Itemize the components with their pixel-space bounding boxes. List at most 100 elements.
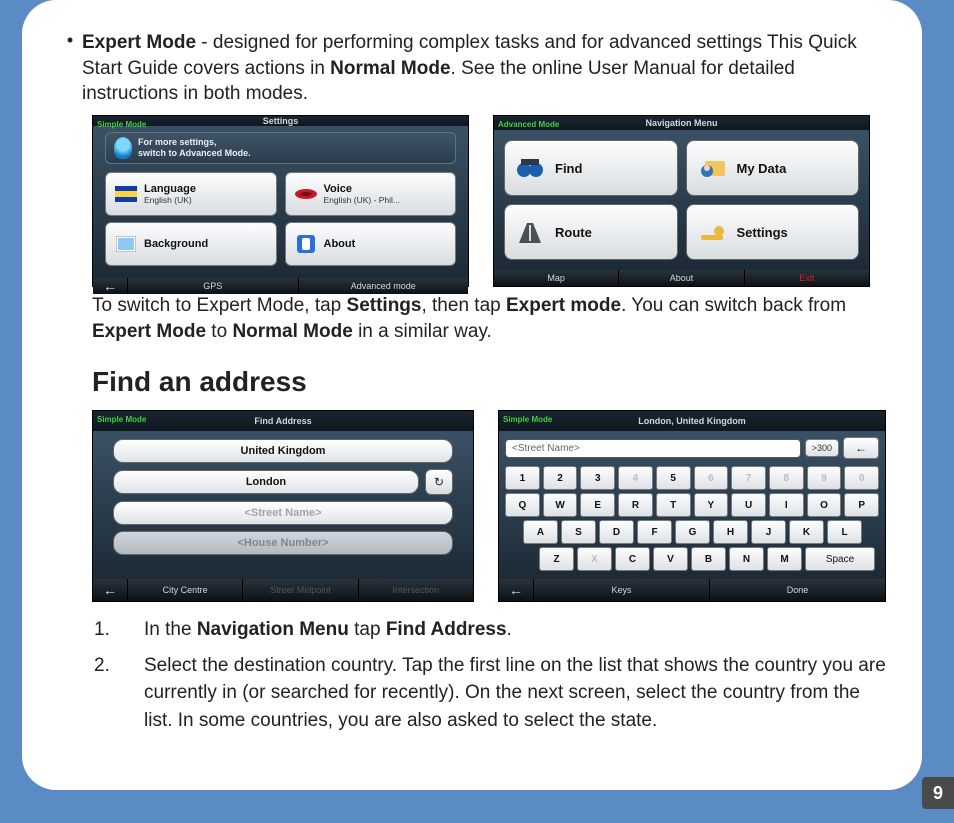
key-p[interactable]: P <box>844 493 879 517</box>
navsettings-label: Settings <box>737 225 788 240</box>
key-c[interactable]: C <box>615 547 650 571</box>
settings-footer: ← GPS Advanced mode <box>93 278 468 294</box>
settings-body: For more settings, switch to Advanced Mo… <box>93 126 468 278</box>
route-button[interactable]: Route <box>504 204 678 260</box>
mydata-button[interactable]: My Data <box>686 140 860 196</box>
key-v[interactable]: V <box>653 547 688 571</box>
footer-exit[interactable]: Exit <box>745 270 869 286</box>
kb-result-count[interactable]: >300 <box>805 439 839 457</box>
navsettings-button[interactable]: Settings <box>686 204 860 260</box>
key-s[interactable]: S <box>561 520 596 544</box>
p1-seg3: . You can switch back from <box>621 295 846 316</box>
find-button[interactable]: Find <box>504 140 678 196</box>
key-g[interactable]: G <box>675 520 710 544</box>
key-m[interactable]: M <box>767 547 802 571</box>
footer-map[interactable]: Map <box>494 270 619 286</box>
backspace-icon[interactable]: ← <box>843 437 879 459</box>
language-label: Language <box>144 183 196 195</box>
key-6[interactable]: 6 <box>694 466 729 490</box>
findaddr-mode: Simple Mode <box>97 415 146 424</box>
key-a[interactable]: A <box>523 520 558 544</box>
key-e[interactable]: E <box>580 493 615 517</box>
footer-done[interactable]: Done <box>710 579 885 601</box>
picture-icon <box>114 234 138 254</box>
footer-gps[interactable]: GPS <box>128 278 299 294</box>
nav-header: Advanced Mode Navigation Menu <box>494 116 869 130</box>
nav-body: Find My Data Route <box>494 130 869 270</box>
kb-row: QWERTYUIOP <box>505 493 879 517</box>
key-q[interactable]: Q <box>505 493 540 517</box>
key-j[interactable]: J <box>751 520 786 544</box>
s1-seg: In the <box>144 619 197 640</box>
settings-header: Simple Mode Settings <box>93 116 468 126</box>
key-k[interactable]: K <box>789 520 824 544</box>
back-arrow-icon-3[interactable]: ← <box>499 579 534 601</box>
key-r[interactable]: R <box>618 493 653 517</box>
p1-expertmode-bold: Expert mode <box>506 295 621 316</box>
key-d[interactable]: D <box>599 520 634 544</box>
back-arrow-icon[interactable]: ← <box>93 278 128 294</box>
back-arrow-icon-2[interactable]: ← <box>93 579 128 601</box>
key-4[interactable]: 4 <box>618 466 653 490</box>
s1-seg3: . <box>507 619 512 640</box>
footer-intersection[interactable]: Intersection <box>359 579 473 601</box>
flag-icon <box>114 184 138 204</box>
key-8[interactable]: 8 <box>769 466 804 490</box>
key-3[interactable]: 3 <box>580 466 615 490</box>
footer-about[interactable]: About <box>619 270 744 286</box>
key-u[interactable]: U <box>731 493 766 517</box>
hint-line-1: For more settings, <box>138 137 251 148</box>
key-9[interactable]: 9 <box>807 466 842 490</box>
key-w[interactable]: W <box>543 493 578 517</box>
about-button[interactable]: About <box>285 222 457 266</box>
key-f[interactable]: F <box>637 520 672 544</box>
settings-title: Settings <box>263 116 299 126</box>
nav-title: Navigation Menu <box>645 118 717 128</box>
key-x[interactable]: X <box>577 547 612 571</box>
key-h[interactable]: H <box>713 520 748 544</box>
key-z[interactable]: Z <box>539 547 574 571</box>
language-button[interactable]: Language English (UK) <box>105 172 277 216</box>
footer-midpoint[interactable]: Street Midpoint <box>243 579 358 601</box>
keyboard-screenshot: Simple Mode London, United Kingdom <Stre… <box>498 410 886 602</box>
key-7[interactable]: 7 <box>731 466 766 490</box>
key-2[interactable]: 2 <box>543 466 578 490</box>
key-n[interactable]: N <box>729 547 764 571</box>
key-space[interactable]: Space <box>805 547 875 571</box>
key-i[interactable]: I <box>769 493 804 517</box>
language-sub: English (UK) <box>144 195 196 205</box>
house-line[interactable]: <House Number> <box>113 531 453 555</box>
street-line[interactable]: <Street Name> <box>113 501 453 525</box>
p1-normalmode-bold: Normal Mode <box>232 321 352 342</box>
findaddr-header: Simple Mode Find Address <box>93 411 473 431</box>
findaddr-body: United Kingdom London ↻ <Street Name> <H… <box>93 431 473 579</box>
binoculars-icon <box>515 156 545 180</box>
footer-advanced-mode[interactable]: Advanced mode <box>299 278 469 294</box>
key-5[interactable]: 5 <box>656 466 691 490</box>
road-icon <box>515 220 545 244</box>
kb-footer: ← Keys Done <box>499 579 885 601</box>
kb-title: London, United Kingdom <box>638 416 745 426</box>
key-o[interactable]: O <box>807 493 842 517</box>
key-l[interactable]: L <box>827 520 862 544</box>
background-button[interactable]: Background <box>105 222 277 266</box>
key-t[interactable]: T <box>656 493 691 517</box>
key-0[interactable]: 0 <box>844 466 879 490</box>
voice-button[interactable]: Voice English (UK) - Phil... <box>285 172 457 216</box>
expert-mode-text: Expert Mode - designed for performing co… <box>82 30 886 107</box>
about-label: About <box>324 238 356 250</box>
step-2: 2. Select the destination country. Tap t… <box>94 652 886 735</box>
kb-row: 1234567890 <box>505 466 879 490</box>
kb-search-field[interactable]: <Street Name> <box>505 439 801 458</box>
key-b[interactable]: B <box>691 547 726 571</box>
key-y[interactable]: Y <box>694 493 729 517</box>
footer-citycentre[interactable]: City Centre <box>128 579 243 601</box>
footer-keys[interactable]: Keys <box>534 579 710 601</box>
step-2-num: 2. <box>94 652 144 735</box>
images-row-1: Simple Mode Settings For more settings, … <box>92 115 886 287</box>
key-1[interactable]: 1 <box>505 466 540 490</box>
country-line[interactable]: United Kingdom <box>113 439 453 463</box>
p1-seg4: to <box>206 321 232 342</box>
reload-icon[interactable]: ↻ <box>425 469 453 495</box>
city-line[interactable]: London <box>113 470 419 494</box>
